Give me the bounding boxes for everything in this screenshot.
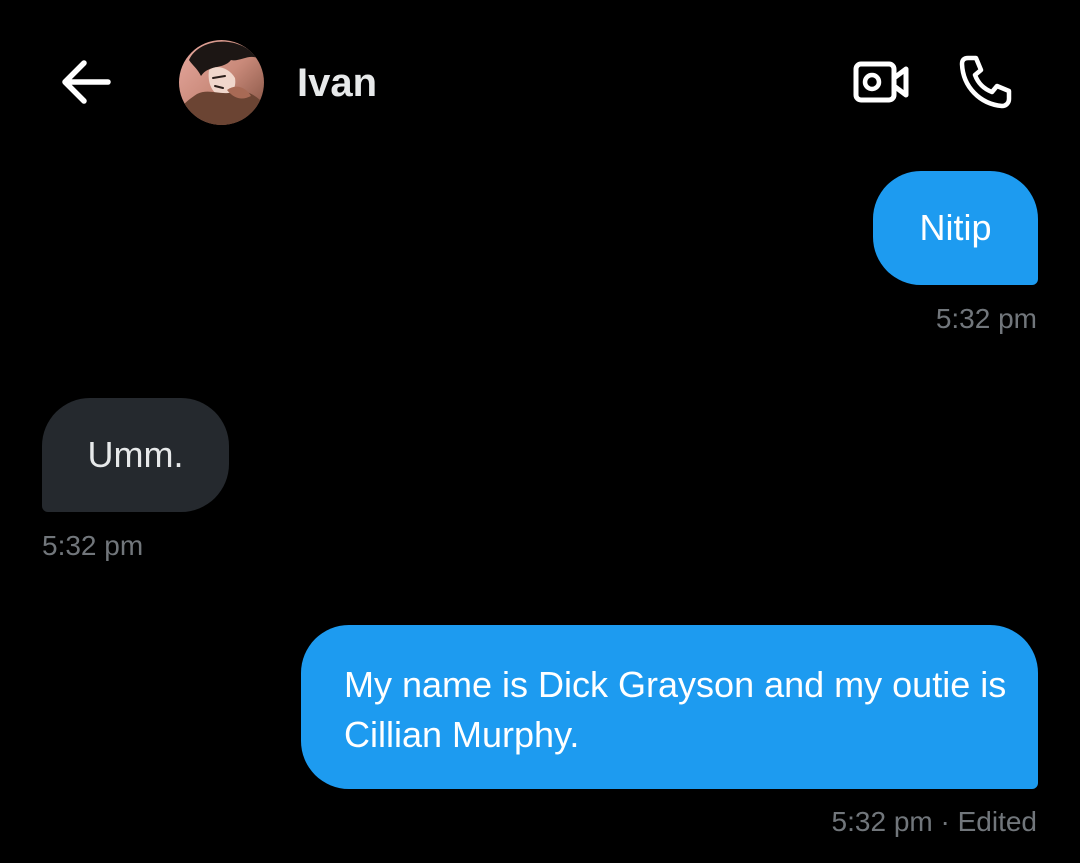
avatar-image [179, 40, 264, 125]
voice-call-button[interactable] [954, 52, 1016, 112]
video-camera-icon [853, 61, 909, 103]
message-text: My name is Dick Grayson and my outie is … [344, 664, 1007, 755]
conversation-header: Ivan [0, 0, 1080, 150]
video-call-button[interactable] [850, 56, 912, 108]
message-bubble-received[interactable]: Umm. [42, 398, 229, 512]
message-timestamp: 5:32 pm [935, 303, 1037, 334]
back-button[interactable] [56, 56, 114, 108]
avatar[interactable] [179, 40, 264, 125]
contact-name[interactable]: Ivan [297, 58, 377, 108]
message-timestamp: 5:32 pm [42, 530, 144, 561]
arrow-left-icon [62, 60, 111, 104]
message-text: Umm. [87, 434, 184, 475]
message-timestamp: 5:32 pm · Edited [831, 806, 1037, 837]
message-bubble-sent[interactable]: My name is Dick Grayson and my outie is … [301, 625, 1038, 789]
message-text: Nitip [919, 207, 992, 248]
phone-icon [959, 55, 1012, 109]
message-bubble-sent[interactable]: Nitip [873, 171, 1038, 285]
